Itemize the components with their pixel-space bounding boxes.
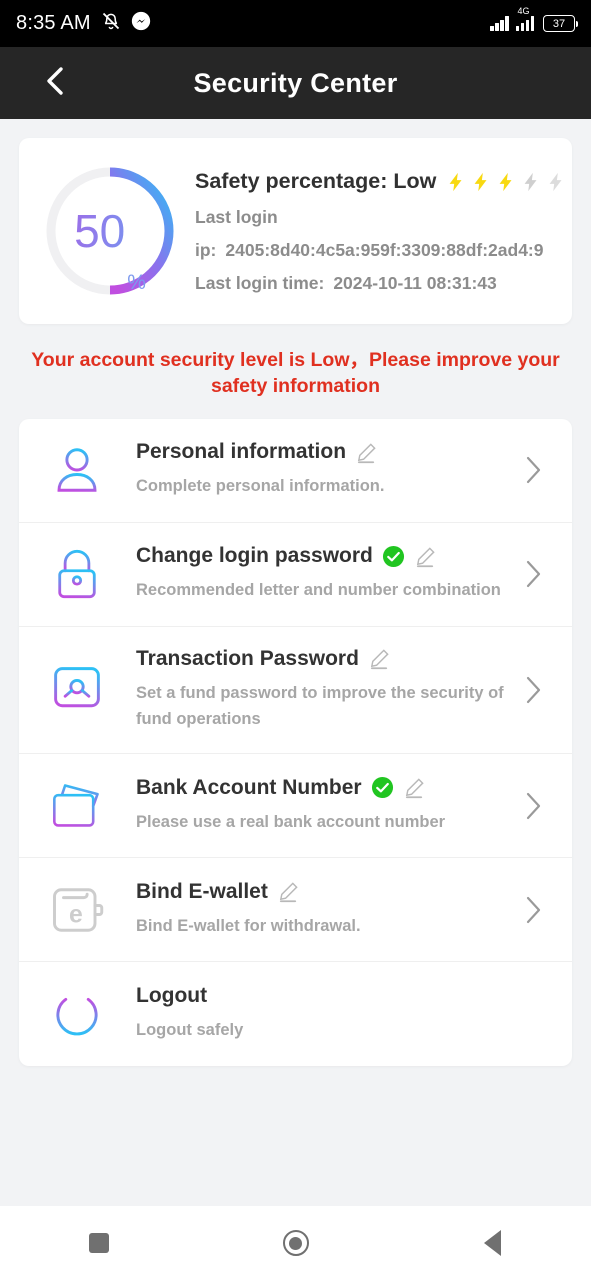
signal-bars-icon-1: [490, 16, 509, 31]
verified-check-icon: [371, 776, 394, 799]
list-item-body: Logout Logout safely: [105, 984, 550, 1044]
security-options-list: Personal information Complete personal i…: [19, 418, 572, 1067]
security-warning-text: Your account security level is Low，Pleas…: [31, 349, 560, 398]
edit-pencil-icon[interactable]: [368, 647, 391, 670]
list-item-body: Change login password Recommended letter…: [105, 544, 516, 604]
chevron-right-icon[interactable]: [516, 453, 550, 487]
power-icon: [49, 986, 105, 1042]
last-login-time-label: Last login time:: [195, 272, 325, 293]
battery-level-label: 37: [552, 17, 566, 30]
list-item-logout[interactable]: Logout Logout safely: [19, 962, 572, 1066]
edit-pencil-icon[interactable]: [403, 776, 426, 799]
list-item-description: Complete personal information.: [136, 477, 385, 496]
circle-icon: [282, 1230, 309, 1256]
list-item-description: Please use a real bank account number: [136, 812, 446, 831]
edit-pencil-icon[interactable]: [355, 441, 378, 464]
list-item-body: Personal information Complete personal i…: [105, 440, 516, 500]
safety-percentage-value: 50: [74, 205, 126, 257]
status-bar: 8:35 AM 4G 37: [0, 0, 591, 47]
list-item-body: Bank Account Number Please use a real ba…: [105, 776, 516, 836]
android-nav-bar: [0, 1206, 591, 1280]
list-item-title: Bind E-wallet: [136, 879, 268, 903]
list-item-description: Set a fund password to improve the secur…: [136, 683, 504, 729]
status-time: 8:35 AM: [16, 12, 91, 34]
person-icon: [49, 442, 105, 498]
list-item-title: Change login password: [136, 544, 373, 568]
safety-progress-ring: 50 %: [41, 162, 179, 300]
back-nav-button[interactable]: [394, 1230, 591, 1256]
list-item-body: Transaction Password Set a fund password…: [105, 647, 516, 733]
chevron-right-icon[interactable]: [516, 673, 550, 707]
chevron-right-icon[interactable]: [516, 557, 550, 591]
network-type-label: 4G: [517, 6, 530, 16]
list-item-description: Logout safely: [136, 1021, 244, 1040]
list-item-bank-account-number[interactable]: Bank Account Number Please use a real ba…: [19, 754, 572, 859]
triangle-back-icon: [484, 1230, 501, 1256]
messenger-icon: [131, 11, 151, 36]
list-item-personal-information[interactable]: Personal information Complete personal i…: [19, 419, 572, 523]
ip-label: ip:: [195, 239, 217, 260]
last-login-label: Last login: [195, 206, 278, 227]
list-item-transaction-password[interactable]: Transaction Password Set a fund password…: [19, 627, 572, 755]
bank-card-icon: [49, 778, 105, 834]
chevron-right-icon[interactable]: [516, 789, 550, 823]
bolt-icon-filled: [495, 169, 517, 195]
bolt-icon-empty: [545, 169, 567, 195]
home-button[interactable]: [197, 1230, 394, 1256]
safety-level-title: Safety percentage: Low: [195, 169, 437, 193]
signal-bars-icon-2: [515, 16, 534, 31]
bolt-icon-filled: [470, 169, 492, 195]
list-item-title: Logout: [136, 984, 208, 1008]
bolt-icon-filled: [445, 169, 467, 195]
list-item-description: Recommended letter and number combinatio…: [136, 581, 501, 600]
safety-bolt-rating: [445, 169, 570, 195]
verified-check-icon: [382, 545, 405, 568]
lock-icon: [49, 546, 105, 602]
battery-icon: 37: [543, 15, 578, 32]
back-button[interactable]: [42, 47, 68, 119]
last-login-time-value: 2024-10-11 08:31:43: [333, 272, 497, 293]
wallet-icon: e: [49, 882, 105, 938]
mute-icon: [100, 11, 122, 36]
list-item-body: Bind E-wallet Bind E-wallet for withdraw…: [105, 880, 516, 940]
list-item-description: Bind E-wallet for withdrawal.: [136, 916, 361, 935]
list-item-title: Transaction Password: [136, 646, 359, 670]
safety-summary-card: 50 % Safety percentage: Low Last login i…: [19, 138, 572, 324]
chevron-left-icon: [42, 64, 68, 103]
percent-sign: %: [127, 271, 146, 294]
page-title: Security Center: [193, 67, 398, 98]
last-login-ip: ip: 2405:8d40:4c5a:959f:3309:88df:2ad4:9: [195, 240, 572, 261]
square-icon: [88, 1233, 109, 1253]
list-item-title: Bank Account Number: [136, 775, 362, 799]
app-header: Security Center: [0, 47, 591, 119]
main-content: 50 % Safety percentage: Low Last login i…: [0, 138, 591, 1067]
chevron-right-icon[interactable]: [516, 893, 550, 927]
ip-value: 2405:8d40:4c5a:959f:3309:88df:2ad4:9: [225, 239, 544, 260]
list-item-bind-e-wallet[interactable]: e Bind E-wallet Bind E-wallet for withdr…: [19, 858, 572, 963]
bolt-icon-empty: [520, 169, 542, 195]
list-item-change-login-password[interactable]: Change login password Recommended letter…: [19, 523, 572, 627]
safe-icon: [49, 662, 105, 718]
network-type-group: 4G: [515, 6, 534, 31]
recents-button[interactable]: [0, 1233, 197, 1253]
edit-pencil-icon[interactable]: [414, 545, 437, 568]
svg-text:e: e: [69, 901, 83, 928]
last-login-time: Last login time: 2024-10-11 08:31:43: [195, 273, 572, 294]
edit-pencil-icon[interactable]: [277, 880, 300, 903]
list-item-title: Personal information: [136, 440, 347, 464]
